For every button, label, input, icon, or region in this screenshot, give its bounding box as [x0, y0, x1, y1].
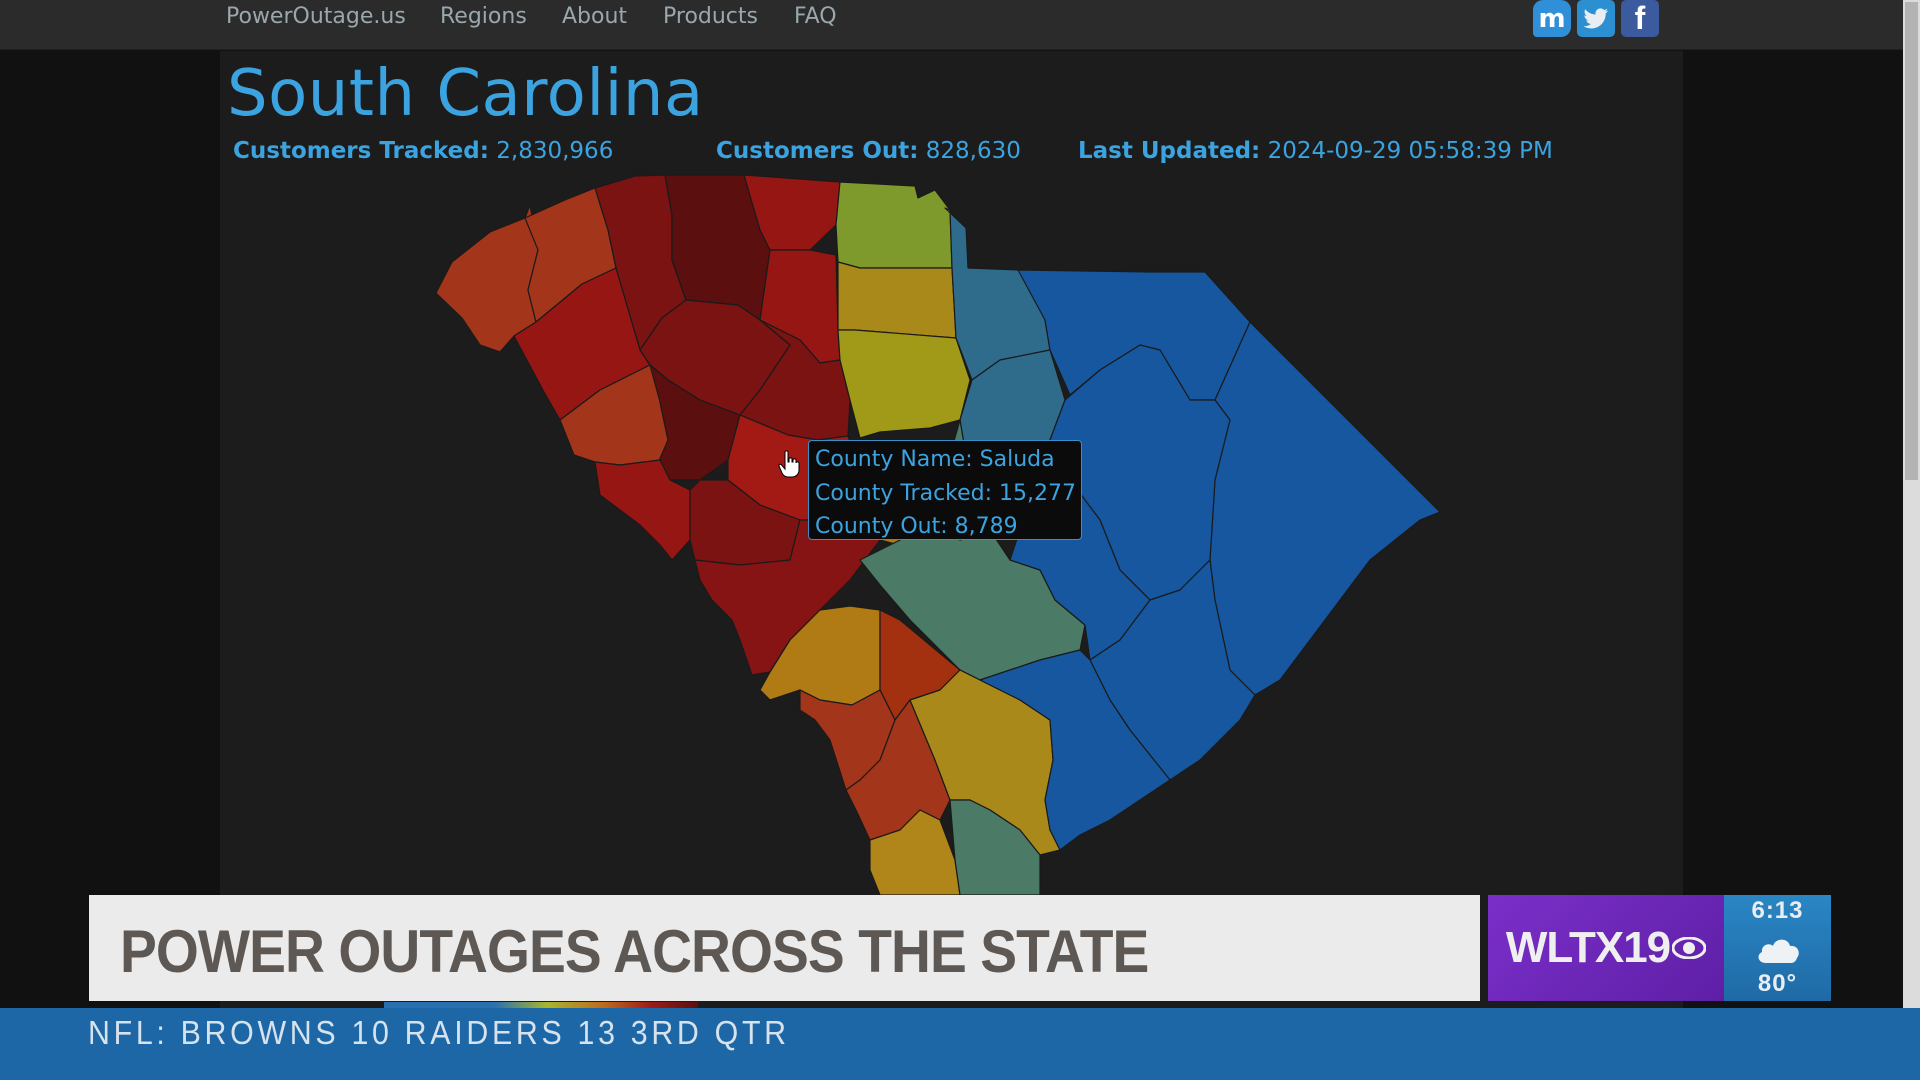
mastodon-glyph: m [1538, 3, 1566, 34]
customers-tracked: Customers Tracked: 2,830,966 [233, 138, 613, 164]
nav-regions-link[interactable]: Regions [440, 4, 527, 29]
last-updated-label: Last Updated: [1078, 138, 1261, 164]
nav-faq-link[interactable]: FAQ [794, 4, 837, 29]
last-updated: Last Updated: 2024-09-29 05:58:39 PM [1078, 138, 1553, 164]
news-ticker: NFL: BROWNS 10 RAIDERS 13 3RD QTR [0, 1008, 1920, 1080]
customers-out: Customers Out: 828,630 [716, 138, 1021, 164]
page-scrollbar[interactable] [1903, 0, 1920, 1008]
weather-widget: 6:13 80° [1724, 895, 1831, 1001]
nav-about-link[interactable]: About [562, 4, 627, 29]
nav-home-link[interactable]: PowerOutage.us [226, 4, 406, 29]
customers-out-label: Customers Out: [716, 138, 919, 164]
tooltip-county-name: County Name: Saluda [815, 447, 1055, 472]
temperature: 80° [1757, 970, 1798, 997]
station-logo-text: WLTX19 [1505, 923, 1671, 972]
scrollbar-thumb[interactable] [1905, 2, 1918, 480]
cbs-eye-icon [1672, 937, 1707, 959]
headline-text: POWER OUTAGES ACROSS THE STATE [120, 918, 1149, 985]
customers-out-value: 828,630 [925, 138, 1021, 164]
county-fairfield[interactable] [837, 261, 957, 339]
facebook-glyph: f [1634, 0, 1646, 36]
tooltip-county-tracked: County Tracked: 15,277 [815, 480, 1077, 506]
customers-tracked-label: Customers Tracked: [233, 138, 489, 164]
county-richland-north[interactable] [837, 329, 971, 439]
facebook-icon[interactable]: f [1621, 0, 1659, 37]
county-tooltip: County Name: Saluda County Tracked: 15,2… [808, 440, 1082, 540]
navbar: PowerOutage.us Regions About Products FA… [0, 0, 1903, 50]
nav-products-link[interactable]: Products [663, 4, 758, 29]
last-updated-value: 2024-09-29 05:58:39 PM [1267, 138, 1553, 164]
page-title: South Carolina [227, 57, 704, 131]
tooltip-county-out: County Out: 8,789 [815, 514, 1018, 539]
county-chester[interactable] [835, 181, 953, 269]
cloud-icon [1758, 939, 1799, 963]
twitter-bird-icon [1583, 7, 1609, 28]
news-lower-third: POWER OUTAGES ACROSS THE STATE [89, 895, 1480, 1001]
customers-tracked-value: 2,830,966 [496, 138, 614, 164]
county-dillon-horry[interactable] [1209, 321, 1441, 696]
station-logo: WLTX19 [1488, 895, 1724, 1001]
hand-cursor-icon [778, 450, 800, 478]
broadcast-time: 6:13 [1751, 897, 1804, 924]
ticker-text: NFL: BROWNS 10 RAIDERS 13 3RD QTR [88, 1014, 790, 1051]
twitter-icon[interactable] [1577, 0, 1615, 37]
mastodon-icon[interactable]: m [1533, 0, 1571, 37]
